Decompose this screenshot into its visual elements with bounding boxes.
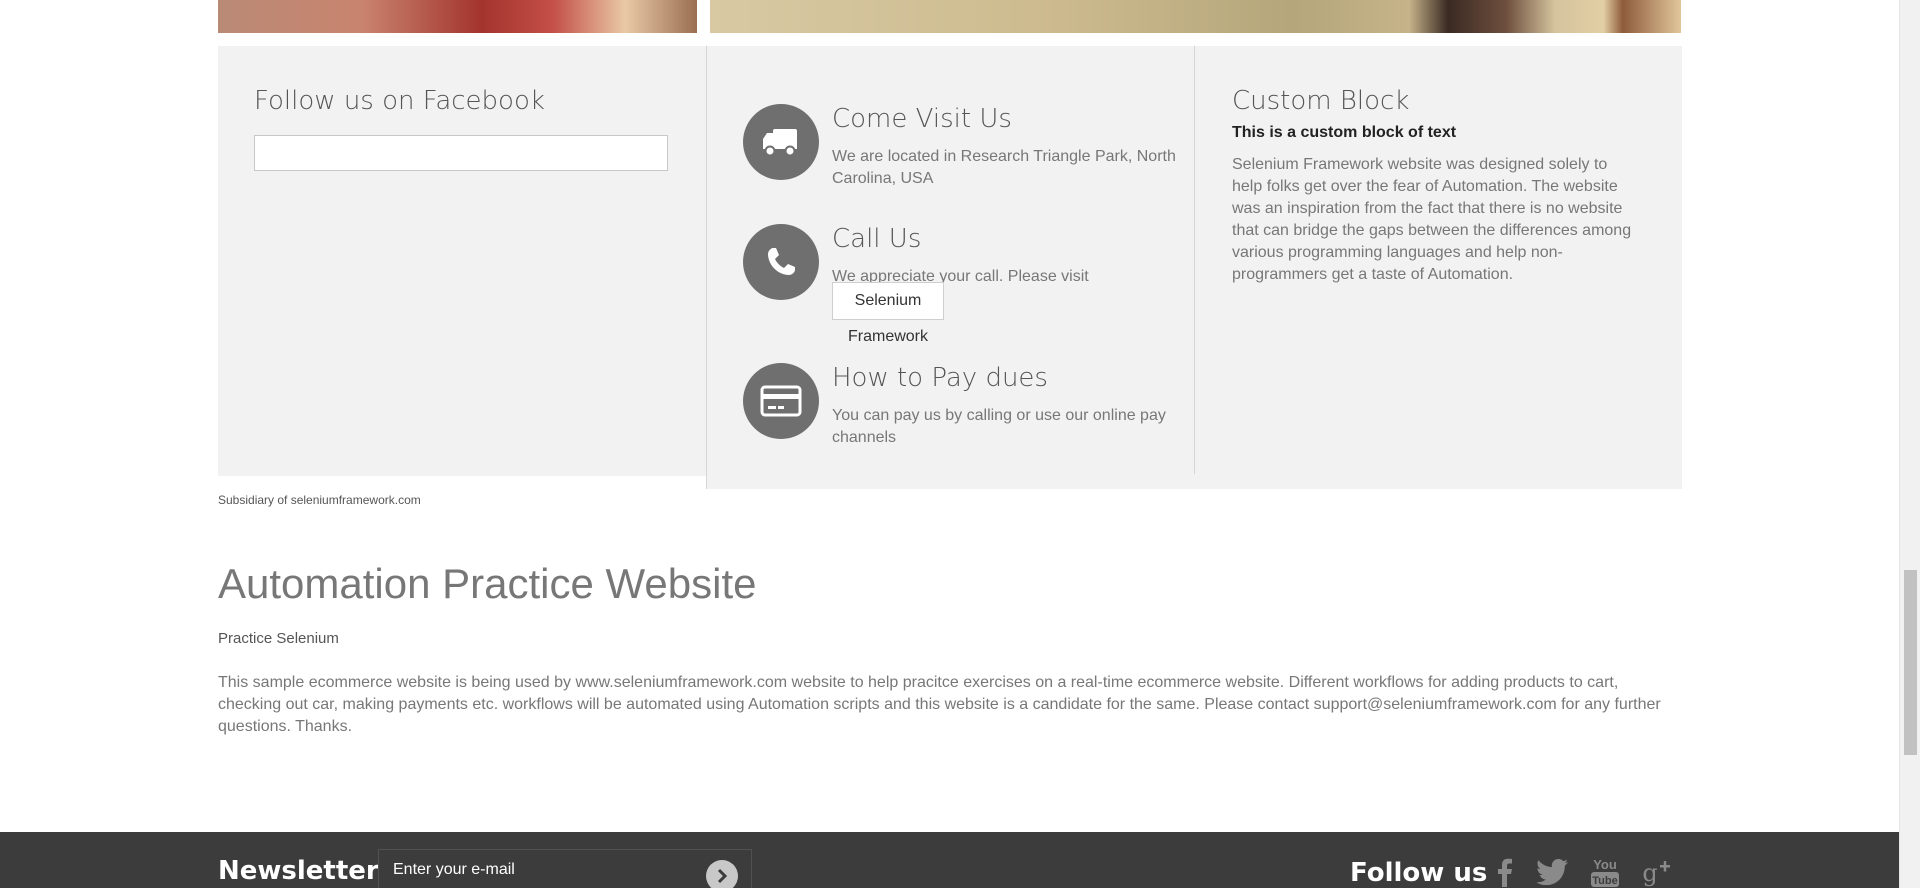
custom-block: Custom Block This is a custom block of t… <box>1232 86 1632 286</box>
subsidiary-note: Subsidiary of seleniumframework.com <box>218 493 421 507</box>
selenium-framework-button[interactable]: Selenium Framework <box>832 282 944 345</box>
truck-icon <box>743 104 819 180</box>
banner-image-right[interactable] <box>710 0 1681 33</box>
newsletter-email-input[interactable] <box>378 849 752 888</box>
info-text-visit: We are located in Research Triangle Park… <box>832 148 1176 187</box>
chevron-right-icon <box>717 868 728 884</box>
custom-block-title: Custom Block <box>1232 86 1410 116</box>
phone-icon <box>743 224 819 300</box>
facebook-widget-box[interactable] <box>254 135 668 171</box>
facebook-block: Follow us on Facebook <box>218 46 706 476</box>
site-description: This sample ecommerce website is being u… <box>218 674 1661 735</box>
scrollbar-thumb[interactable] <box>1904 570 1917 755</box>
info-column: Come Visit Us We are located in Research… <box>707 46 1195 474</box>
facebook-block-title: Follow us on Facebook <box>254 86 545 116</box>
svg-text:Tube: Tube <box>1592 875 1617 887</box>
custom-block-text: Selenium Framework website was designed … <box>1232 156 1632 283</box>
facebook-icon[interactable] <box>1488 856 1522 888</box>
info-title-pay: How to Pay dues <box>832 363 1048 393</box>
practice-tagline: Practice Selenium <box>218 630 339 647</box>
banner-image-left[interactable] <box>218 0 697 33</box>
info-title-call: Call Us <box>832 224 922 254</box>
custom-block-subtitle: This is a custom block of text <box>1232 124 1457 141</box>
twitter-icon[interactable] <box>1536 856 1570 888</box>
cms-info-block: Come Visit Us We are located in Research… <box>706 46 1682 489</box>
footer: Newsletter Follow us You Tube <box>0 832 1899 888</box>
follow-us-label: Follow us <box>1350 858 1488 888</box>
info-text-pay: You can pay us by calling or use our onl… <box>832 407 1166 446</box>
vertical-scrollbar[interactable] <box>1899 0 1920 888</box>
newsletter-submit-button[interactable] <box>706 860 738 888</box>
page-heading: Automation Practice Website <box>218 560 757 607</box>
info-title-visit: Come Visit Us <box>832 104 1012 134</box>
newsletter-label: Newsletter <box>218 856 379 886</box>
credit-card-icon <box>743 363 819 439</box>
google-plus-icon[interactable]: g <box>1638 856 1672 888</box>
svg-text:g: g <box>1642 859 1657 887</box>
youtube-icon[interactable]: You Tube <box>1588 856 1622 888</box>
page: Follow us on Facebook Come Visit Us We a… <box>0 0 1899 888</box>
svg-text:You: You <box>1593 857 1617 872</box>
